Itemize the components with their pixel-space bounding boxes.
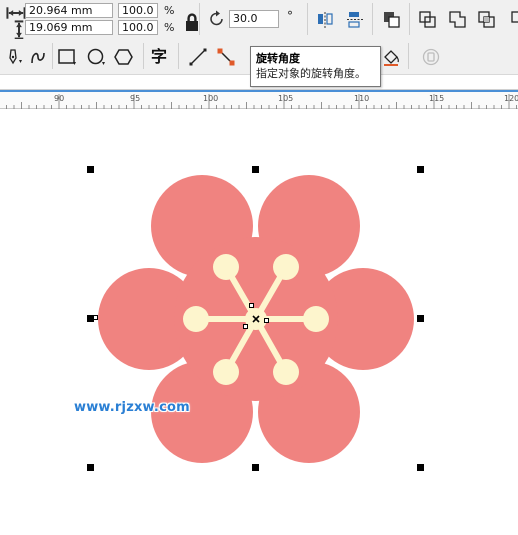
connector-tool-icon[interactable] bbox=[216, 47, 236, 67]
ellipse-tool-icon[interactable] bbox=[86, 47, 106, 67]
handle-top-right[interactable] bbox=[417, 166, 424, 173]
drawing-canvas[interactable]: www.rjzxw.com bbox=[0, 110, 518, 535]
polygon-tool-icon[interactable] bbox=[114, 47, 134, 67]
stamen-anther bbox=[183, 306, 209, 332]
degree-label: ° bbox=[287, 9, 293, 23]
width-field[interactable]: 20.964 mm bbox=[25, 3, 113, 18]
scale-y-field[interactable]: 100.0 bbox=[118, 20, 158, 35]
trim-icon[interactable] bbox=[477, 10, 497, 30]
handle-top-left[interactable] bbox=[87, 166, 94, 173]
node-marker[interactable] bbox=[249, 303, 254, 308]
fill-bucket-icon[interactable] bbox=[381, 47, 401, 67]
node-marker[interactable] bbox=[243, 324, 248, 329]
handle-middle-right[interactable] bbox=[417, 315, 424, 322]
combine-icon[interactable] bbox=[418, 10, 438, 30]
lock-ratio-icon[interactable] bbox=[182, 12, 198, 31]
handle-bottom-left[interactable] bbox=[87, 464, 94, 471]
tooltip-description: 指定对象的旋转角度。 bbox=[256, 67, 366, 80]
watermark-text: www.rjzxw.com bbox=[74, 400, 190, 415]
stamen-anther bbox=[213, 359, 239, 385]
scale-x-field[interactable]: 100.0 bbox=[118, 3, 158, 18]
stamen-anther bbox=[273, 254, 299, 280]
arrange-order-icon[interactable] bbox=[382, 10, 402, 30]
node-marker[interactable] bbox=[264, 318, 269, 323]
ruler-label: 110 bbox=[354, 94, 370, 103]
height-arrows-icon bbox=[9, 20, 24, 40]
handle-middle-left[interactable] bbox=[87, 315, 94, 322]
text-tool-icon[interactable]: 字 bbox=[151, 47, 167, 67]
ruler-label: 100 bbox=[203, 94, 219, 103]
property-bar: 20.964 mm 19.069 mm 100.0 % 100.0 % 30.0… bbox=[0, 0, 518, 40]
handle-bottom-center[interactable] bbox=[252, 464, 259, 471]
percent-label-y: % bbox=[164, 21, 175, 34]
weld-icon[interactable] bbox=[448, 10, 468, 30]
rotation-angle-field[interactable]: 30.0 bbox=[229, 10, 279, 28]
stamen-anther bbox=[273, 359, 299, 385]
tooltip-title: 旋转角度 bbox=[256, 52, 300, 65]
percent-label-x: % bbox=[164, 4, 175, 17]
rectangle-tool-icon[interactable] bbox=[57, 47, 77, 67]
mirror-vertical-icon[interactable] bbox=[345, 10, 365, 30]
ruler-label: 105 bbox=[278, 94, 294, 103]
transparency-icon[interactable] bbox=[421, 47, 441, 67]
handle-top-center[interactable] bbox=[252, 166, 259, 173]
curve-tool-icon[interactable] bbox=[28, 47, 48, 67]
horizontal-ruler[interactable]: 90 95 100 105 110 115 120 bbox=[0, 89, 518, 109]
node-marker[interactable] bbox=[93, 315, 98, 320]
pen-tool-icon[interactable] bbox=[4, 47, 24, 67]
tooltip: 旋转角度 指定对象的旋转角度。 bbox=[250, 46, 381, 87]
mirror-horizontal-icon[interactable] bbox=[315, 10, 335, 30]
ruler-label: 95 bbox=[130, 94, 141, 103]
ruler-label: 115 bbox=[429, 94, 445, 103]
stamen-anther bbox=[303, 306, 329, 332]
ruler-label: 120 bbox=[504, 94, 518, 103]
flower-drawing[interactable] bbox=[0, 110, 518, 535]
width-arrows-icon bbox=[6, 3, 26, 19]
ruler-label: 90 bbox=[54, 94, 65, 103]
stamen-anther bbox=[213, 254, 239, 280]
line-tool-icon[interactable] bbox=[188, 47, 208, 67]
height-field[interactable]: 19.069 mm bbox=[25, 20, 113, 35]
handle-bottom-right[interactable] bbox=[417, 464, 424, 471]
rotate-icon bbox=[207, 9, 227, 29]
intersect-icon[interactable] bbox=[506, 10, 518, 30]
